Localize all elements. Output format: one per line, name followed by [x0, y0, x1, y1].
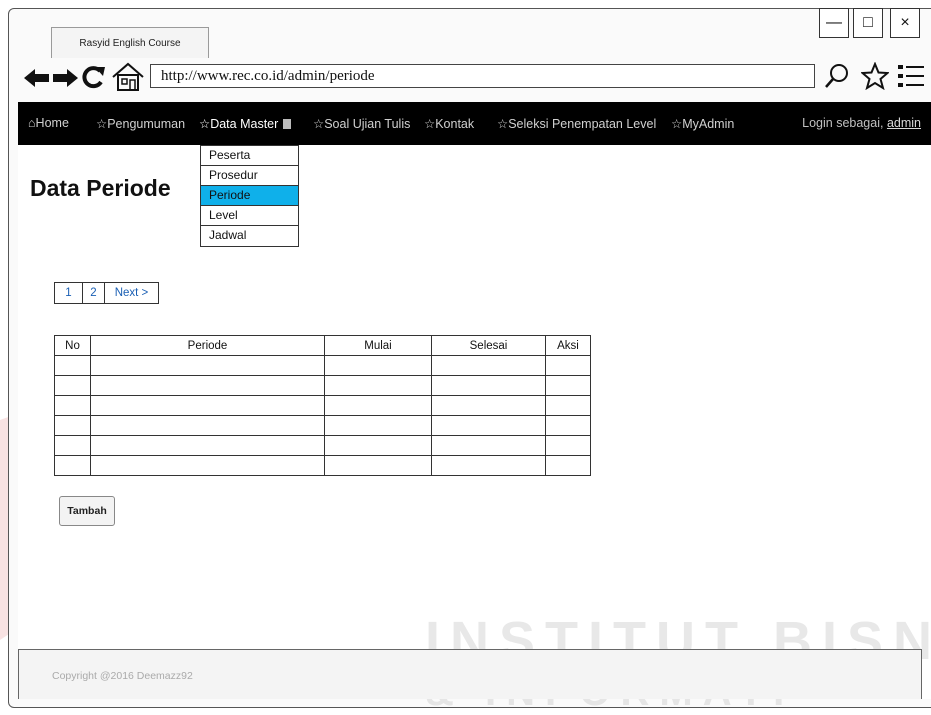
table-cell — [431, 415, 546, 436]
table-cell — [90, 415, 325, 436]
table-cell — [545, 395, 591, 416]
table-cell — [54, 375, 91, 396]
forward-arrow-icon[interactable] — [52, 68, 78, 88]
table-body — [54, 355, 591, 476]
table-cell — [545, 375, 591, 396]
table-cell — [545, 415, 591, 436]
dropdown-option-level[interactable]: Level — [201, 206, 298, 226]
table-cell — [54, 395, 91, 416]
table-cell — [324, 355, 432, 376]
close-button[interactable]: × — [890, 8, 920, 38]
table-cell — [90, 375, 325, 396]
dropdown-option-prosedur[interactable]: Prosedur — [201, 166, 298, 186]
main-navbar: ⌂Home ☆Pengumuman ☆Data Master ☆Soal Uji… — [18, 102, 931, 145]
table-cell — [545, 355, 591, 376]
table-cell — [90, 435, 325, 456]
table-cell — [54, 435, 91, 456]
table-cell — [431, 455, 546, 476]
column-header-aksi: Aksi — [545, 335, 591, 356]
page-title: Data Periode — [30, 175, 171, 201]
table-cell — [324, 395, 432, 416]
footer-copyright: Copyright @2016 Deemazz92 — [52, 670, 193, 682]
table-header-row: No Periode Mulai Selesai Aksi — [54, 335, 591, 356]
nav-item-data-master[interactable]: ☆Data Master — [199, 116, 292, 131]
column-header-selesai: Selesai — [431, 335, 546, 356]
pagination: 1 2 Next > — [54, 282, 159, 304]
table-cell — [431, 435, 546, 456]
nav-item-data-master-label: ☆Data Master — [199, 117, 279, 131]
browser-tab[interactable]: Rasyid English Course — [51, 27, 209, 58]
url-bar[interactable]: http://www.rec.co.id/admin/periode — [150, 64, 815, 88]
table-cell — [54, 355, 91, 376]
star-icon[interactable] — [861, 62, 889, 90]
login-prefix: Login sebagai, — [802, 116, 884, 130]
table-row — [54, 375, 591, 396]
column-header-mulai: Mulai — [324, 335, 432, 356]
table-row — [54, 415, 591, 436]
table-cell — [90, 455, 325, 476]
table-cell — [324, 455, 432, 476]
table-row — [54, 395, 591, 416]
dropdown-option-peserta[interactable]: Peserta — [201, 146, 298, 166]
page-footer: Copyright @2016 Deemazz92 — [18, 649, 922, 699]
back-arrow-icon[interactable] — [24, 68, 50, 88]
chevron-down-icon — [283, 119, 292, 129]
dropdown-option-jadwal[interactable]: Jadwal — [201, 226, 298, 246]
minimize-button[interactable]: — — [819, 8, 849, 38]
table-cell — [431, 375, 546, 396]
table-cell — [545, 435, 591, 456]
home-icon[interactable] — [111, 62, 145, 92]
table-row — [54, 355, 591, 376]
periode-table: No Periode Mulai Selesai Aksi — [54, 335, 591, 476]
maximize-button[interactable]: □ — [853, 8, 883, 38]
nav-item-myadmin[interactable]: ☆MyAdmin — [671, 116, 734, 131]
table-cell — [431, 355, 546, 376]
table-row — [54, 435, 591, 456]
nav-item-seleksi-penempatan-level[interactable]: ☆Seleksi Penempatan Level — [497, 116, 656, 131]
search-icon[interactable] — [823, 62, 851, 90]
table-cell — [431, 395, 546, 416]
table-row — [54, 455, 591, 476]
login-status: Login sebagai, admin — [802, 116, 921, 130]
column-header-no: No — [54, 335, 91, 356]
table-cell — [54, 415, 91, 436]
table-cell — [324, 375, 432, 396]
reload-icon[interactable] — [80, 64, 106, 90]
nav-item-soal-ujian-tulis[interactable]: ☆Soal Ujian Tulis — [313, 116, 410, 131]
table-cell — [545, 455, 591, 476]
table-cell — [324, 435, 432, 456]
data-master-dropdown: Peserta Prosedur Periode Level Jadwal — [200, 145, 299, 247]
tambah-button[interactable]: Tambah — [59, 496, 115, 526]
next-page-link[interactable]: Next > — [105, 283, 158, 303]
table-cell — [90, 395, 325, 416]
nav-item-pengumuman[interactable]: ☆Pengumuman — [96, 116, 185, 131]
table-cell — [324, 415, 432, 436]
nav-item-home[interactable]: ⌂Home — [28, 116, 69, 130]
nav-item-kontak[interactable]: ☆Kontak — [424, 116, 474, 131]
table-cell — [90, 355, 325, 376]
dropdown-option-periode[interactable]: Periode — [201, 186, 298, 206]
table-cell — [54, 455, 91, 476]
menu-icon[interactable] — [897, 63, 925, 89]
column-header-periode: Periode — [90, 335, 325, 356]
page-link-2[interactable]: 2 — [83, 283, 105, 303]
login-user-link[interactable]: admin — [887, 116, 921, 130]
page-link-1[interactable]: 1 — [55, 283, 83, 303]
